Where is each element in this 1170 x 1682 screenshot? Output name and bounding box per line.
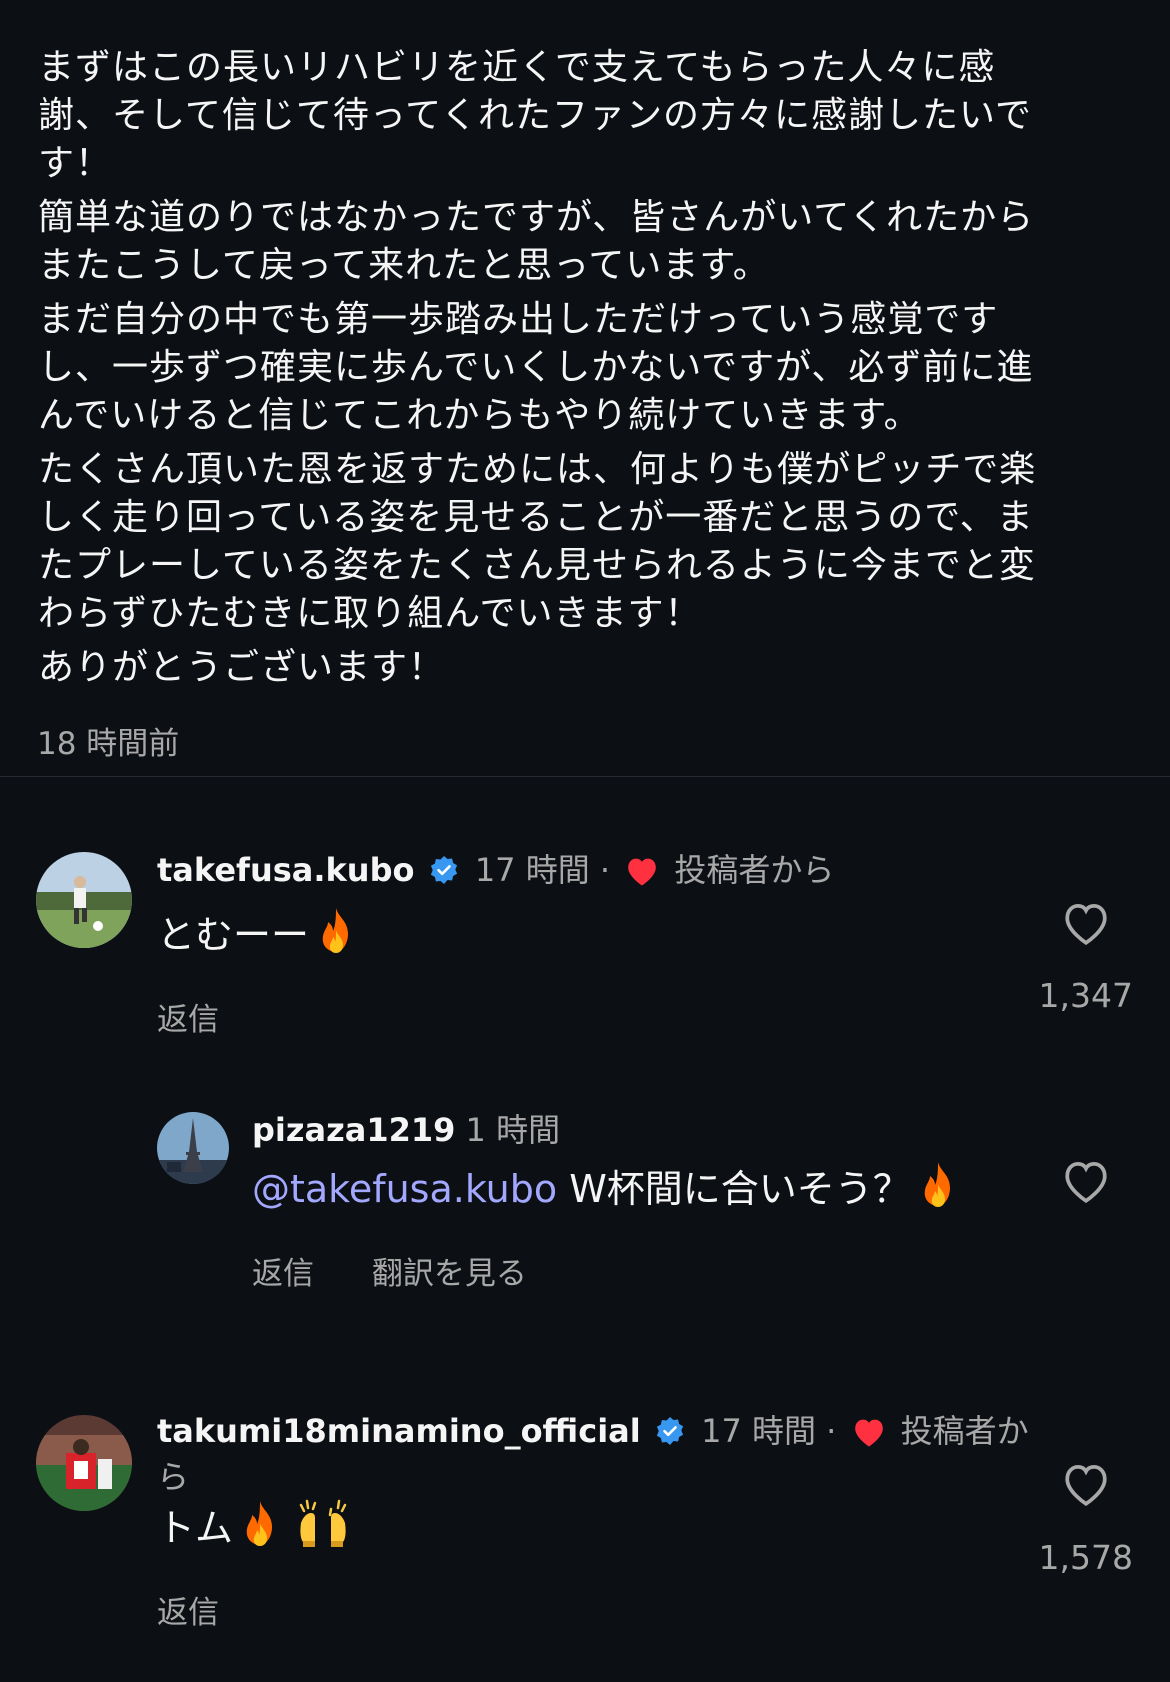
caption-paragraph: 簡単な道のりではなかったですが、皆さんがいてくれたから またこうして戻って来れた…	[38, 197, 1035, 286]
heart-filled-icon	[851, 1416, 887, 1457]
comment-time: 1 時間	[465, 1111, 561, 1149]
username[interactable]: takefusa.kubo	[157, 851, 414, 889]
heart-filled-icon	[624, 855, 660, 896]
comment-text: トム	[157, 1499, 1029, 1561]
fire-icon	[237, 1499, 283, 1561]
by-author-label: 投稿者から	[674, 851, 835, 889]
username[interactable]: takumi18minamino_official	[157, 1412, 641, 1450]
reply-button[interactable]: 返信	[157, 1595, 219, 1631]
verified-badge-icon	[429, 854, 459, 894]
raised-hands-icon	[295, 1499, 351, 1561]
comment-meta: pizaza1219 1 時間	[252, 1110, 961, 1150]
separator: ·	[826, 1412, 837, 1450]
comment-reply: pizaza1219 1 時間 @takefusa.kubo W杯間に合いそう？…	[0, 1110, 1170, 1293]
heart-icon[interactable]	[1061, 1461, 1111, 1511]
by-author-label: 投稿者か	[900, 1412, 1029, 1450]
caption-paragraph: まだ自分の中でも第一歩踏み出しただけっていう感覚です し、一歩ずつ確実に歩んでい…	[38, 299, 1034, 436]
heart-icon[interactable]	[1061, 1158, 1111, 1208]
comment-meta: takefusa.kubo 17 時間 · 投稿者から	[157, 850, 834, 896]
username[interactable]: pizaza1219	[252, 1111, 455, 1149]
comment-body: pizaza1219 1 時間 @takefusa.kubo W杯間に合いそう？…	[252, 1110, 961, 1293]
avatar[interactable]	[36, 1415, 132, 1511]
separator: ·	[599, 851, 611, 889]
like-count: 1,347	[1038, 976, 1133, 1015]
comment-text: とむーー	[157, 906, 834, 968]
avatar[interactable]	[157, 1112, 229, 1184]
avatar[interactable]	[36, 852, 132, 948]
caption-paragraph: たくさん頂いた恩を返すためには、何よりも僕がピッチで楽 しく走り回っている姿を見…	[38, 449, 1037, 634]
comment-actions: 返信	[157, 994, 834, 1039]
post-timestamp: 18 時間前	[37, 726, 180, 762]
comment-text-content: W杯間に合いそう？	[557, 1167, 911, 1211]
comment-body: takumi18minamino_official 17 時間 · 投稿者か ら…	[157, 1411, 1029, 1632]
divider	[0, 776, 1170, 777]
comment: takumi18minamino_official 17 時間 · 投稿者か ら…	[0, 1411, 1170, 1631]
like-count: 1,578	[1038, 1538, 1133, 1577]
comment-meta: takumi18minamino_official 17 時間 · 投稿者か	[157, 1411, 1029, 1457]
see-translation-button[interactable]: 翻訳を見る	[372, 1256, 527, 1292]
comment-time: 17 時間	[701, 1412, 816, 1450]
comment-body: takefusa.kubo 17 時間 · 投稿者から とむーー 返信	[157, 850, 834, 1039]
reply-button[interactable]: 返信	[252, 1256, 314, 1292]
comment-text: @takefusa.kubo W杯間に合いそう？	[252, 1160, 961, 1222]
comment-actions: 返信	[157, 1587, 1029, 1632]
comment-meta-wrap: ら	[157, 1458, 190, 1496]
comment-actions: 返信 翻訳を見る	[252, 1248, 961, 1293]
comment-time: 17 時間	[474, 851, 590, 889]
mention-link[interactable]: @takefusa.kubo	[252, 1167, 557, 1211]
verified-badge-icon	[655, 1415, 685, 1455]
caption-paragraph: まずはこの長いリハビリを近くで支えてもらった人々に感 謝、そして信じて待ってくれ…	[38, 47, 1032, 184]
fire-icon	[915, 1160, 961, 1222]
comment: takefusa.kubo 17 時間 · 投稿者から とむーー 返信 1,34…	[0, 850, 1170, 1038]
comment-text-content: トム	[157, 1506, 234, 1550]
fire-icon	[313, 906, 359, 968]
caption-paragraph: ありがとうございます！	[38, 647, 446, 688]
post-caption: まずはこの長いリハビリを近くで支えてもらった人々に感 謝、そして信じて待ってくれ…	[38, 44, 1128, 698]
heart-icon[interactable]	[1061, 900, 1111, 950]
reply-button[interactable]: 返信	[157, 1002, 219, 1038]
comment-text-content: とむーー	[157, 913, 310, 957]
